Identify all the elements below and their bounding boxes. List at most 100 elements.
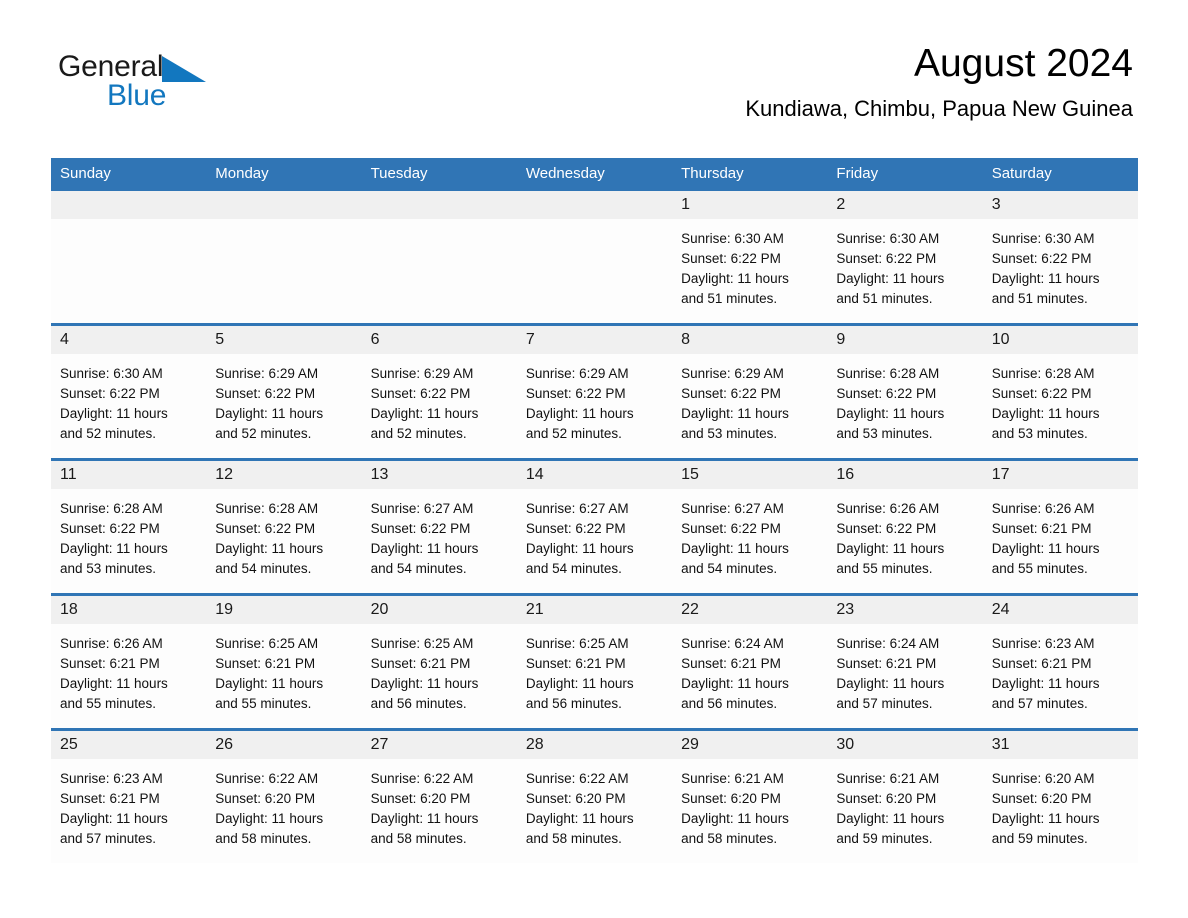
calendar-week-row: 25 26 27 28 29 30 31 Sunrise: 6:23 AM Su… <box>51 728 1138 863</box>
day-cell[interactable]: Sunrise: 6:20 AM Sunset: 6:20 PM Dayligh… <box>983 759 1138 863</box>
day-cell[interactable]: Sunrise: 6:28 AM Sunset: 6:22 PM Dayligh… <box>206 489 361 593</box>
day-cell[interactable]: Sunrise: 6:29 AM Sunset: 6:22 PM Dayligh… <box>517 354 672 458</box>
week-number-band: 1 2 3 <box>51 191 1138 219</box>
daylight-text-line2: and 51 minutes. <box>991 291 1088 306</box>
day-cell[interactable]: Sunrise: 6:26 AM Sunset: 6:21 PM Dayligh… <box>51 624 206 728</box>
day-number[interactable]: 16 <box>827 467 982 483</box>
sunrise-text: Sunrise: 6:29 AM <box>681 366 784 381</box>
day-number[interactable]: 9 <box>827 332 982 348</box>
day-number[interactable]: 19 <box>206 602 361 618</box>
daylight-text-line2: and 52 minutes. <box>525 426 622 441</box>
sunrise-text: Sunrise: 6:22 AM <box>525 771 629 786</box>
sunrise-text: Sunrise: 6:28 AM <box>836 366 940 381</box>
sunset-text: Sunset: 6:21 PM <box>60 656 160 671</box>
day-number[interactable]: 13 <box>362 467 517 483</box>
day-cell[interactable]: Sunrise: 6:26 AM Sunset: 6:21 PM Dayligh… <box>983 489 1138 593</box>
day-number[interactable]: 8 <box>672 332 827 348</box>
daylight-text-line2: and 52 minutes. <box>215 426 312 441</box>
day-number[interactable]: 27 <box>362 737 517 753</box>
day-cell[interactable]: Sunrise: 6:22 AM Sunset: 6:20 PM Dayligh… <box>517 759 672 863</box>
day-cell[interactable]: Sunrise: 6:23 AM Sunset: 6:21 PM Dayligh… <box>983 624 1138 728</box>
sunrise-text: Sunrise: 6:30 AM <box>991 231 1095 246</box>
sunrise-text: Sunrise: 6:25 AM <box>525 636 629 651</box>
day-cell[interactable]: Sunrise: 6:29 AM Sunset: 6:22 PM Dayligh… <box>206 354 361 458</box>
day-cell[interactable]: Sunrise: 6:26 AM Sunset: 6:22 PM Dayligh… <box>827 489 982 593</box>
day-cell[interactable]: Sunrise: 6:25 AM Sunset: 6:21 PM Dayligh… <box>517 624 672 728</box>
day-cell[interactable]: Sunrise: 6:21 AM Sunset: 6:20 PM Dayligh… <box>827 759 982 863</box>
sunrise-text: Sunrise: 6:29 AM <box>215 366 319 381</box>
day-number[interactable]: 6 <box>362 332 517 348</box>
day-number[interactable]: 29 <box>672 737 827 753</box>
day-cell[interactable]: Sunrise: 6:30 AM Sunset: 6:22 PM Dayligh… <box>983 219 1138 323</box>
day-cell[interactable]: Sunrise: 6:22 AM Sunset: 6:20 PM Dayligh… <box>206 759 361 863</box>
day-cell[interactable]: Sunrise: 6:29 AM Sunset: 6:22 PM Dayligh… <box>362 354 517 458</box>
sunset-text: Sunset: 6:20 PM <box>991 791 1092 806</box>
daylight-text-line1: Daylight: 11 hours <box>525 541 634 556</box>
day-cell[interactable]: Sunrise: 6:27 AM Sunset: 6:22 PM Dayligh… <box>672 489 827 593</box>
day-number[interactable]: 3 <box>983 197 1138 213</box>
day-cell-empty <box>517 219 672 323</box>
day-number[interactable]: 24 <box>983 602 1138 618</box>
day-number[interactable]: 18 <box>51 602 206 618</box>
day-cell[interactable]: Sunrise: 6:28 AM Sunset: 6:22 PM Dayligh… <box>983 354 1138 458</box>
day-number[interactable]: 31 <box>983 737 1138 753</box>
sunset-text: Sunset: 6:21 PM <box>836 656 937 671</box>
day-number[interactable]: 17 <box>983 467 1138 483</box>
day-number[interactable]: 23 <box>827 602 982 618</box>
week-detail-band: Sunrise: 6:26 AM Sunset: 6:21 PM Dayligh… <box>51 624 1138 728</box>
sunset-text: Sunset: 6:21 PM <box>60 791 160 806</box>
day-number[interactable]: 1 <box>672 197 827 213</box>
day-cell[interactable]: Sunrise: 6:24 AM Sunset: 6:21 PM Dayligh… <box>672 624 827 728</box>
sunset-text: Sunset: 6:21 PM <box>991 521 1092 536</box>
day-number[interactable]: 4 <box>51 332 206 348</box>
day-cell[interactable]: Sunrise: 6:24 AM Sunset: 6:21 PM Dayligh… <box>827 624 982 728</box>
day-number[interactable]: 15 <box>672 467 827 483</box>
daylight-text-line2: and 55 minutes. <box>215 696 312 711</box>
sunset-text: Sunset: 6:22 PM <box>525 386 626 401</box>
day-number[interactable]: 10 <box>983 332 1138 348</box>
day-number[interactable]: 11 <box>51 467 206 483</box>
daylight-text-line1: Daylight: 11 hours <box>215 406 324 421</box>
day-cell[interactable]: Sunrise: 6:27 AM Sunset: 6:22 PM Dayligh… <box>362 489 517 593</box>
day-number[interactable]: 21 <box>517 602 672 618</box>
day-number[interactable]: 5 <box>206 332 361 348</box>
day-cell[interactable]: Sunrise: 6:30 AM Sunset: 6:22 PM Dayligh… <box>51 354 206 458</box>
day-number[interactable]: 20 <box>362 602 517 618</box>
daylight-text-line2: and 58 minutes. <box>215 831 312 846</box>
sunrise-text: Sunrise: 6:29 AM <box>525 366 629 381</box>
day-cell[interactable]: Sunrise: 6:25 AM Sunset: 6:21 PM Dayligh… <box>206 624 361 728</box>
day-number[interactable]: 14 <box>517 467 672 483</box>
day-cell[interactable]: Sunrise: 6:29 AM Sunset: 6:22 PM Dayligh… <box>672 354 827 458</box>
daylight-text-line1: Daylight: 11 hours <box>991 406 1100 421</box>
day-number[interactable]: 22 <box>672 602 827 618</box>
day-number[interactable]: 30 <box>827 737 982 753</box>
day-cell[interactable]: Sunrise: 6:28 AM Sunset: 6:22 PM Dayligh… <box>51 489 206 593</box>
sunset-text: Sunset: 6:20 PM <box>681 791 781 806</box>
weekday-header-wednesday: Wednesday <box>525 164 605 182</box>
daylight-text-line1: Daylight: 11 hours <box>836 676 945 691</box>
brand-logo[interactable]: General Blue <box>58 52 318 114</box>
day-cell[interactable]: Sunrise: 6:25 AM Sunset: 6:21 PM Dayligh… <box>362 624 517 728</box>
daylight-text-line1: Daylight: 11 hours <box>991 676 1100 691</box>
daylight-text-line1: Daylight: 11 hours <box>60 406 168 421</box>
day-cell[interactable]: Sunrise: 6:23 AM Sunset: 6:21 PM Dayligh… <box>51 759 206 863</box>
daylight-text-line2: and 54 minutes. <box>681 561 778 576</box>
day-cell[interactable]: Sunrise: 6:21 AM Sunset: 6:20 PM Dayligh… <box>672 759 827 863</box>
week-detail-band: Sunrise: 6:30 AM Sunset: 6:22 PM Dayligh… <box>51 354 1138 458</box>
day-number[interactable]: 12 <box>206 467 361 483</box>
week-number-band: 4 5 6 7 8 9 10 <box>51 326 1138 354</box>
day-cell[interactable]: Sunrise: 6:30 AM Sunset: 6:22 PM Dayligh… <box>827 219 982 323</box>
day-number[interactable]: 25 <box>51 737 206 753</box>
daylight-text-line2: and 56 minutes. <box>370 696 467 711</box>
day-cell[interactable]: Sunrise: 6:28 AM Sunset: 6:22 PM Dayligh… <box>827 354 982 458</box>
day-number[interactable]: 28 <box>517 737 672 753</box>
daylight-text-line2: and 57 minutes. <box>836 696 933 711</box>
day-number[interactable]: 7 <box>517 332 672 348</box>
day-cell[interactable]: Sunrise: 6:27 AM Sunset: 6:22 PM Dayligh… <box>517 489 672 593</box>
page-title: August 2024 <box>913 42 1133 85</box>
day-cell[interactable]: Sunrise: 6:30 AM Sunset: 6:22 PM Dayligh… <box>672 219 827 323</box>
day-number[interactable]: 2 <box>827 197 982 213</box>
day-number[interactable]: 26 <box>206 737 361 753</box>
day-cell[interactable]: Sunrise: 6:22 AM Sunset: 6:20 PM Dayligh… <box>362 759 517 863</box>
sunset-text: Sunset: 6:22 PM <box>681 521 781 536</box>
